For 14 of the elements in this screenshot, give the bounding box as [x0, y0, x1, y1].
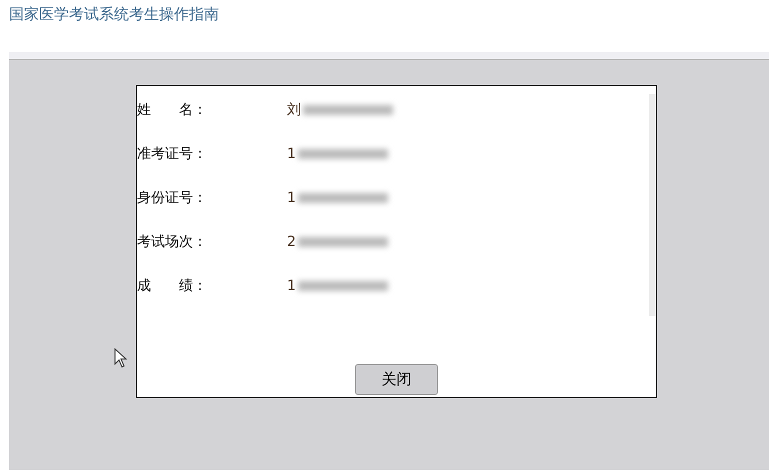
field-value: 1	[287, 276, 296, 296]
field-label: 身份证号：	[137, 188, 208, 208]
field-value: 1	[287, 188, 296, 208]
scrollbar[interactable]	[649, 94, 656, 316]
field-value: 刘	[287, 100, 301, 120]
field-value: 2	[287, 232, 296, 252]
mouse-cursor-icon	[114, 348, 128, 368]
field-label: 成 绩：	[137, 276, 208, 296]
field-label: 考试场次：	[137, 232, 208, 252]
field-label: 准考证号：	[137, 144, 208, 164]
page-title: 国家医学考试系统考生操作指南	[8, 4, 220, 25]
field-value: 1	[287, 144, 296, 164]
close-button[interactable]: 关闭	[355, 364, 438, 395]
field-label: 姓 名：	[137, 100, 208, 120]
